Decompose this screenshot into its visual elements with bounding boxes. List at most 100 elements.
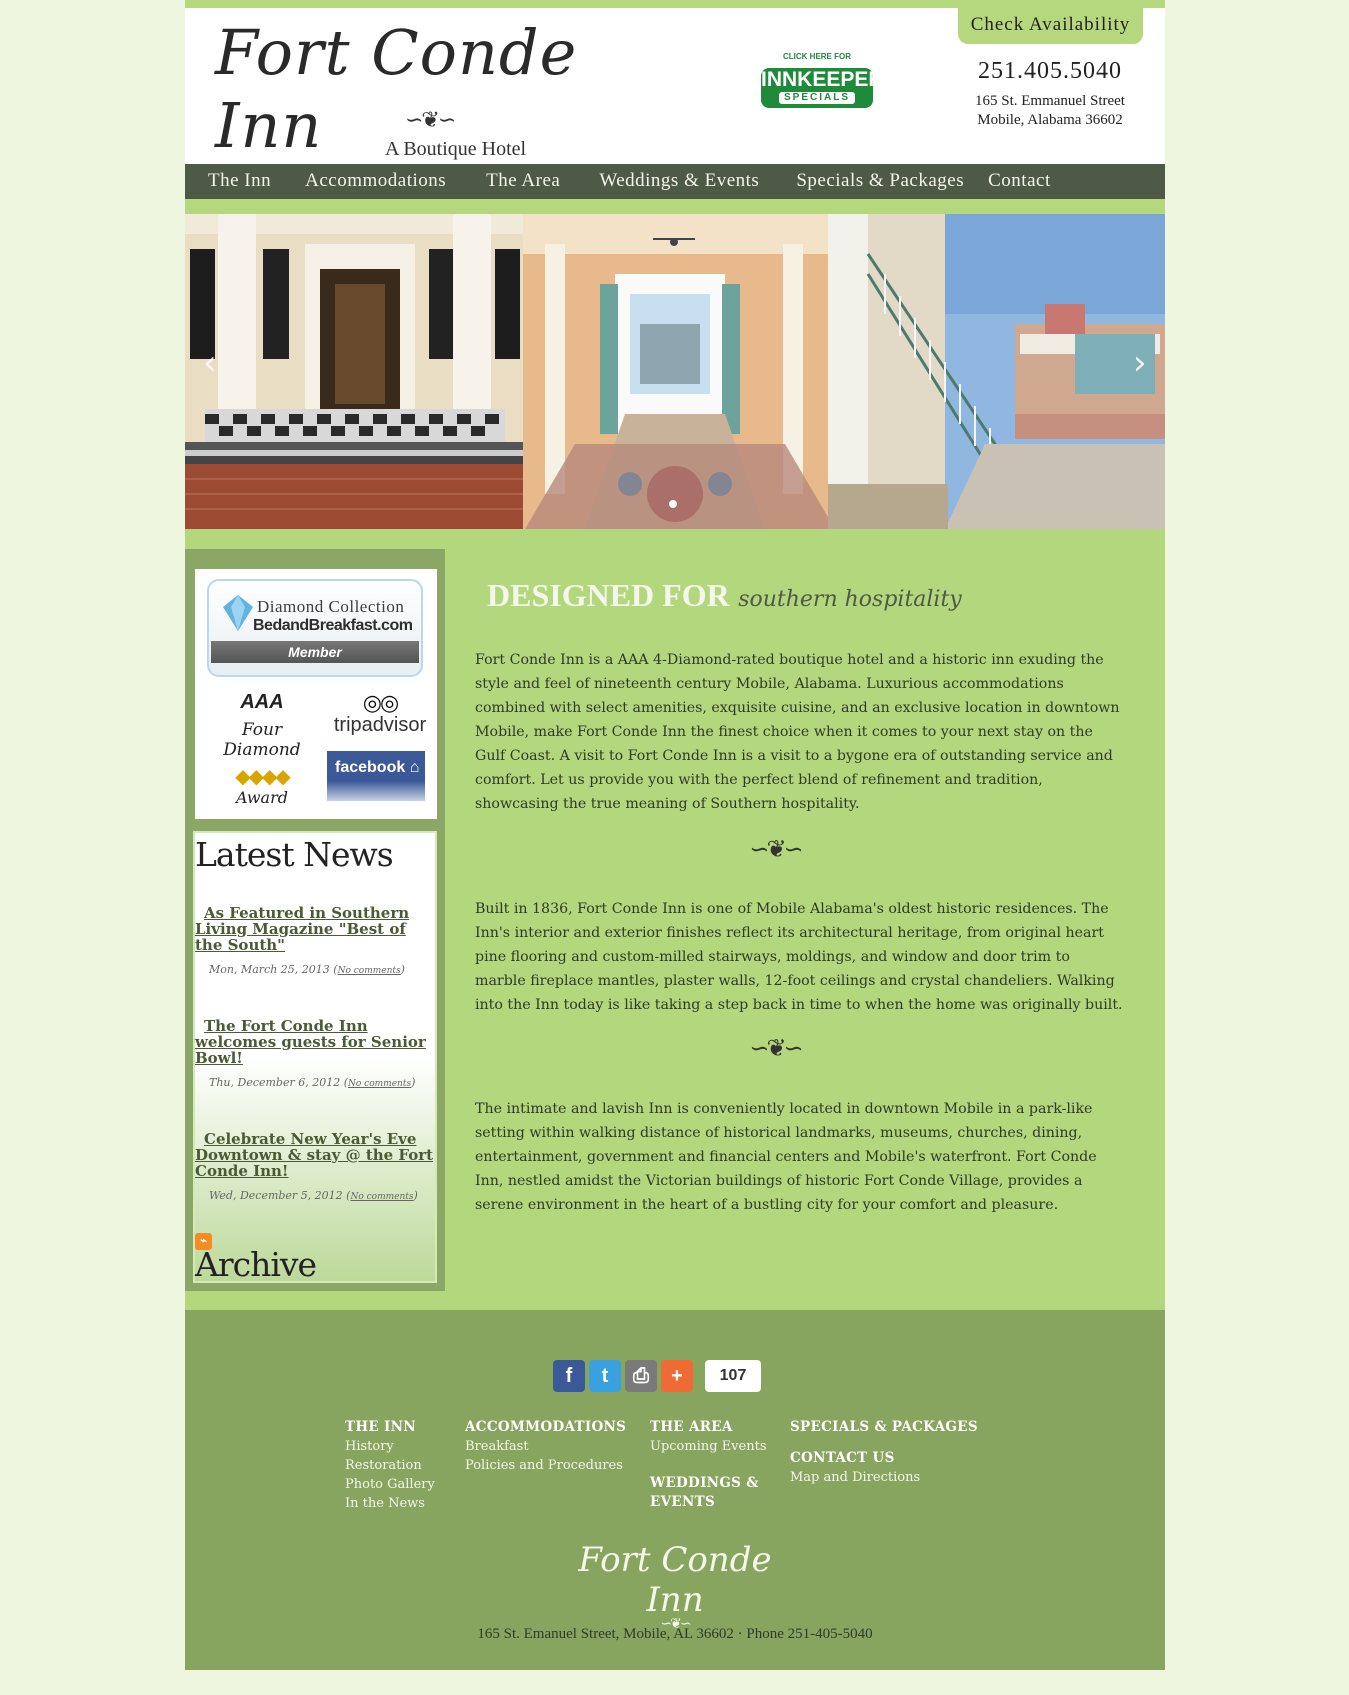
content-area: Diamond Collection BedandBreakfast.com M… [185,529,1165,1310]
share-bar: f t ⎙ + 107 [553,1360,761,1392]
more-share-icon[interactable]: + [661,1360,693,1392]
news-link[interactable]: The Fort Conde Inn welcomes guests for S… [195,1018,435,1066]
nav-item-contact[interactable]: Contact [988,164,1051,199]
news-date-line: Mon, March 25, 2013 (No comments) [209,963,405,976]
twitter-share-icon[interactable]: t [589,1360,621,1392]
news-link[interactable]: Celebrate New Year's Eve Downtown & stay… [195,1131,435,1179]
news-date: Thu, December 6, 2012 [209,1076,341,1089]
tripadvisor-badge[interactable]: ◎◎ tripadvisor [327,691,433,737]
bnb-title: BedandBreakfast.com [253,617,413,634]
footer-link[interactable]: Restoration [345,1456,435,1475]
news-comments-link[interactable]: No comments [338,966,401,976]
news-comments-link[interactable]: No comments [350,1192,413,1202]
ornament-divider-icon: ∽❦∽ [749,1034,803,1062]
nav-spacer [185,199,1165,215]
aaa-four-diamond-badge[interactable]: AAA Four Diamond ◆◆◆◆ Award [203,691,321,809]
site-logo[interactable]: Fort Conde Inn ∽❦∽ A Boutique Hotel [215,16,675,162]
facebook-button[interactable]: facebook ⌂ [327,751,425,801]
news-comments-link[interactable]: No comments [348,1079,411,1089]
innkeeper-click-text: CLICK HERE FOR [783,52,851,61]
nav-item-specials-packages[interactable]: Specials & Packages [796,164,964,199]
main-nav: The Inn Accommodations The Area Weddings… [185,164,1165,199]
slider-images: ‹ › [185,214,1165,529]
latest-news-panel: Latest News As Featured in Southern Livi… [193,831,437,1284]
footer-heading[interactable]: SPECIALS & PACKAGES [790,1418,978,1437]
footer-col-accommodations: ACCOMMODATIONS Breakfast Policies and Pr… [465,1418,626,1475]
footer-link[interactable]: Breakfast [465,1437,626,1456]
footer-col-the-inn: THE INN History Restoration Photo Galler… [345,1418,435,1513]
print-icon[interactable]: ⎙ [625,1360,657,1392]
member-label: Member [211,641,419,663]
latest-news-title: Latest News [195,835,394,874]
diamond-collection-badge[interactable]: Diamond Collection BedandBreakfast.com M… [207,579,423,677]
innkeeper-sub: SPECIALS [779,92,855,104]
footer-link[interactable]: Policies and Procedures [465,1456,626,1475]
news-date-line: Wed, December 5, 2012 (No comments) [209,1189,418,1202]
footer-heading[interactable]: EVENTS [650,1493,767,1512]
footer-link[interactable]: Upcoming Events [650,1437,767,1456]
facebook-share-icon[interactable]: f [553,1360,585,1392]
header-address: 165 St. Emmanuel Street Mobile, Alabama … [955,92,1145,130]
logo-subtitle: A Boutique Hotel [385,138,527,160]
header: Fort Conde Inn ∽❦∽ A Boutique Hotel CLIC… [185,8,1165,164]
header-phone: 251.405.5040 [978,58,1122,84]
footer-col-the-area: THE AREA Upcoming Events WEDDINGS & EVEN… [650,1418,767,1512]
footer-heading[interactable]: WEDDINGS & [650,1474,767,1493]
history-paragraph: Built in 1836, Fort Conde Inn is one of … [475,901,1123,1013]
award-label: Award [236,788,288,807]
check-availability-button[interactable]: Check Availability [958,8,1143,44]
address-line-2: Mobile, Alabama 36602 [977,112,1123,128]
page-wrapper: Fort Conde Inn ∽❦∽ A Boutique Hotel CLIC… [185,0,1165,1670]
nav-item-the-inn[interactable]: The Inn [208,164,271,199]
affiliation-badges: Diamond Collection BedandBreakfast.com M… [195,569,437,819]
slider-prev-arrow: ‹ [203,343,217,383]
diamond-row-icon: ◆◆◆◆ [235,764,291,788]
sidebar: Diamond Collection BedandBreakfast.com M… [185,549,445,1291]
footer-link[interactable]: Photo Gallery [345,1475,435,1494]
archive-title[interactable]: Archive [195,1245,317,1284]
news-item: Celebrate New Year's Eve Downtown & stay… [195,1131,435,1202]
diamond-gem-icon [223,595,253,631]
heading-script: southern hospitality [738,587,962,612]
location-paragraph: The intimate and lavish Inn is convenien… [475,1101,1097,1213]
nav-item-weddings-events[interactable]: Weddings & Events [599,164,759,199]
top-accent-bar [185,0,1165,8]
footer-link[interactable]: Map and Directions [790,1468,978,1487]
innkeeper-badge: INNKEEPER SPECIALS [761,68,884,108]
page-heading: DESIGNED FOR southern hospitality [487,577,962,614]
image-slider[interactable]: ‹ › [185,214,1165,529]
ornament-divider-icon: ∽❦∽ [749,835,803,863]
footer-logo-text: Fort Conde Inn [578,1540,772,1620]
tripadvisor-owl-icon: ◎◎ [362,691,399,716]
four-diamond-label: Four Diamond [223,720,301,760]
diamond-collection-title: Diamond Collection [257,597,405,616]
logo-ornament-icon: ∽❦∽ [405,108,456,133]
footer-heading[interactable]: THE AREA [650,1418,767,1437]
footer-col-specials: SPECIALS & PACKAGES CONTACT US Map and D… [790,1418,978,1487]
news-item: The Fort Conde Inn welcomes guests for S… [195,1018,435,1089]
aaa-label: AAA [240,691,284,713]
footer-heading[interactable]: CONTACT US [790,1449,978,1468]
footer-link[interactable]: History [345,1437,435,1456]
share-count: 107 [705,1360,761,1392]
innkeeper-specials-badge[interactable]: CLICK HERE FOR INNKEEPER SPECIALS [755,44,884,124]
nav-item-accommodations[interactable]: Accommodations [305,164,446,199]
nav-item-the-area[interactable]: The Area [486,164,560,199]
news-link[interactable]: As Featured in Southern Living Magazine … [195,905,435,953]
news-date-line: Thu, December 6, 2012 (No comments) [209,1076,416,1089]
innkeeper-title: INNKEEPER [761,68,884,91]
footer-heading[interactable]: THE INN [345,1418,435,1437]
footer-heading[interactable]: ACCOMMODATIONS [465,1418,626,1437]
slider-dot [669,500,677,508]
home-icon: ⌂ [409,759,420,776]
news-date: Wed, December 5, 2012 [209,1189,343,1202]
facebook-label: facebook [335,759,406,776]
footer-link[interactable]: In the News [345,1494,435,1513]
address-line-1: 165 St. Emmanuel Street [975,93,1125,109]
news-date: Mon, March 25, 2013 [209,963,330,976]
footer-address: 165 St. Emanuel Street, Mobile, AL 36602… [477,1626,873,1642]
intro-paragraph: Fort Conde Inn is a AAA 4-Diamond-rated … [475,652,1120,812]
footer-logo[interactable]: Fort Conde Inn ∽❦∽ [555,1540,795,1632]
heading-bold: DESIGNED FOR [487,577,730,613]
tripadvisor-label: tripadvisor [333,714,427,736]
